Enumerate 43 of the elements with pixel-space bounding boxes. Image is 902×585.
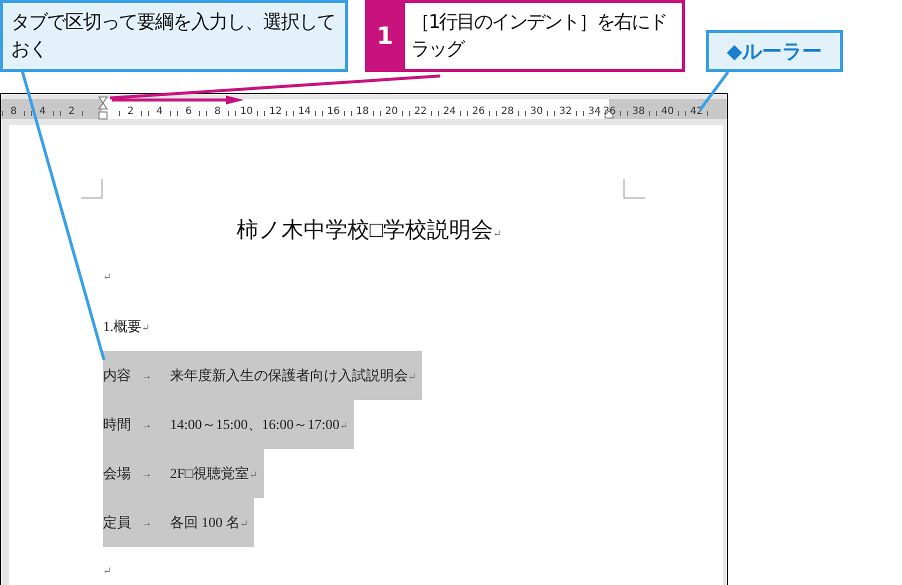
tab-mark: → — [141, 516, 152, 528]
ruler-number: 38 — [624, 106, 653, 117]
item-value: 2F□視聴覚室↵ — [170, 465, 258, 482]
indent-marker-icon[interactable] — [98, 96, 108, 120]
item-label: 時間 — [103, 416, 131, 434]
tab-mark: → — [141, 418, 152, 430]
ruler-number: 26 — [464, 106, 493, 117]
heading-text: 1.概要↵ — [103, 318, 150, 336]
item-value: 14:00～15:00、16:00～17:00↵ — [170, 416, 348, 434]
ruler-number: 30 — [522, 106, 551, 117]
ruler-number: 28 — [493, 106, 522, 117]
step-number: 1 — [365, 0, 405, 72]
ruler-number: 4 — [145, 106, 174, 117]
margin-corner-icon — [81, 179, 103, 199]
ruler-number: 2 — [57, 106, 86, 117]
ruler-number: 2 — [116, 106, 145, 117]
paragraph-mark: ↵ — [103, 272, 112, 283]
ruler-number: 32 — [551, 106, 580, 117]
item-label: 内容 — [103, 367, 131, 384]
document-title: 柿ノ木中学校□学校説明会↵ — [236, 216, 502, 244]
ruler-number: 40 — [653, 106, 682, 117]
ruler-number: 18 — [348, 106, 377, 117]
ruler-number: 20 — [377, 106, 406, 117]
ruler-number: 8 — [203, 106, 232, 117]
paragraph-mark: ↵ — [103, 566, 112, 577]
item-value: 各回 100 名↵ — [170, 514, 248, 532]
callout-label: ◆ルーラー — [706, 30, 843, 72]
ruler-number: 10 — [232, 106, 261, 117]
margin-corner-icon — [623, 179, 645, 199]
ruler-number: 16 — [319, 106, 348, 117]
ruler-number: 24 — [435, 106, 464, 117]
item-value: 来年度新入生の保護者向け入試説明会↵ — [170, 367, 416, 384]
callout-instruction: ［1行目のインデント］を右にドラッグ — [405, 0, 685, 72]
item-label: 定員 — [103, 514, 131, 532]
ruler-number: 14 — [290, 106, 319, 117]
callout-note: タブで区切って要綱を入力し、選択しておく — [0, 0, 348, 72]
ruler-number: 12 — [261, 106, 290, 117]
item-label: 会場 — [103, 466, 131, 482]
ruler-number: 6 — [174, 106, 203, 117]
ruler-number: 22 — [406, 106, 435, 117]
tab-mark: → — [141, 468, 152, 480]
ruler-number: 8 — [0, 106, 28, 117]
tab-mark: → — [141, 370, 152, 382]
